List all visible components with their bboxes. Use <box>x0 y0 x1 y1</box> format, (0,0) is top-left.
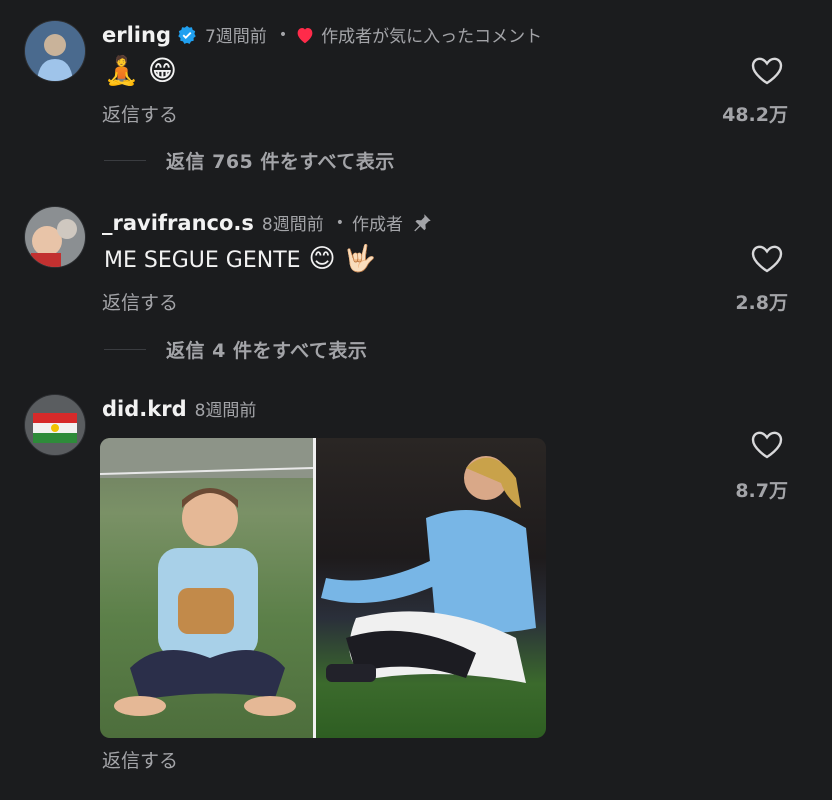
author-label: 作成者 <box>351 215 403 235</box>
comment-emoji: 😊 🤟🏻 <box>308 244 377 274</box>
pin-icon <box>414 213 431 231</box>
comment-header: _ravifranco.s 8週間前 • 作成者 <box>102 210 433 235</box>
comment-didkrd: did.krd 8週間前 返信する 8.7万 <box>0 380 832 800</box>
view-replies-button[interactable]: 返信 4 件をすべて表示 <box>104 336 367 363</box>
replies-divider <box>104 160 146 161</box>
username[interactable]: _ravifranco.s <box>102 211 254 235</box>
avatar-didkrd[interactable] <box>24 394 86 456</box>
like-button[interactable]: 2.8万 <box>708 244 808 314</box>
username[interactable]: did.krd <box>102 397 187 421</box>
reply-button[interactable]: 返信する <box>102 746 178 773</box>
like-heart-outline-icon <box>751 245 783 273</box>
image-player-meditating <box>316 438 546 738</box>
view-replies-button[interactable]: 返信 765 件をすべて表示 <box>104 147 395 174</box>
creator-liked-label: 作成者が気に入ったコメント <box>321 27 543 47</box>
username[interactable]: erling <box>102 23 171 47</box>
like-count: 48.2万 <box>722 104 788 126</box>
avatar-erling[interactable] <box>24 20 86 82</box>
verified-badge-icon <box>178 25 196 44</box>
heart-icon <box>297 27 313 43</box>
comment-text: ME SEGUE GENTE 😊 🤟🏻 <box>104 244 376 274</box>
like-heart-outline-icon <box>751 57 783 85</box>
separator-dot: • <box>335 214 344 231</box>
like-heart-outline-icon <box>751 431 783 459</box>
image-child-meditating <box>100 438 314 738</box>
like-count: 2.8万 <box>735 292 788 314</box>
comment-text-content: ME SEGUE GENTE <box>104 248 301 273</box>
comment-text: 🧘 😁 <box>104 54 177 87</box>
reply-button[interactable]: 返信する <box>102 288 178 315</box>
comment-image[interactable] <box>100 438 546 738</box>
comment-erling: erling 7週間前 • 作成者が気に入ったコメント 🧘 😁 返信する 返信 … <box>0 0 832 190</box>
comment-ravifranco: _ravifranco.s 8週間前 • 作成者 ME SEGUE GENTE 😊… <box>0 190 832 380</box>
avatar-ravifranco[interactable] <box>24 206 86 268</box>
view-replies-label: 返信 4 件をすべて表示 <box>166 340 368 362</box>
like-button[interactable]: 48.2万 <box>708 56 808 126</box>
comment-header: did.krd 8週間前 <box>102 396 257 422</box>
reply-button[interactable]: 返信する <box>102 100 178 127</box>
comment-time: 7週間前 <box>204 27 267 47</box>
comment-header: erling 7週間前 • 作成者が気に入ったコメント <box>102 22 543 48</box>
separator-dot: • <box>278 26 288 43</box>
replies-divider <box>104 349 146 350</box>
like-count: 8.7万 <box>735 480 788 502</box>
comment-time: 8週間前 <box>194 401 257 421</box>
like-button[interactable]: 8.7万 <box>708 430 808 502</box>
view-replies-label: 返信 765 件をすべて表示 <box>166 151 395 173</box>
comment-time: 8週間前 <box>261 215 324 235</box>
